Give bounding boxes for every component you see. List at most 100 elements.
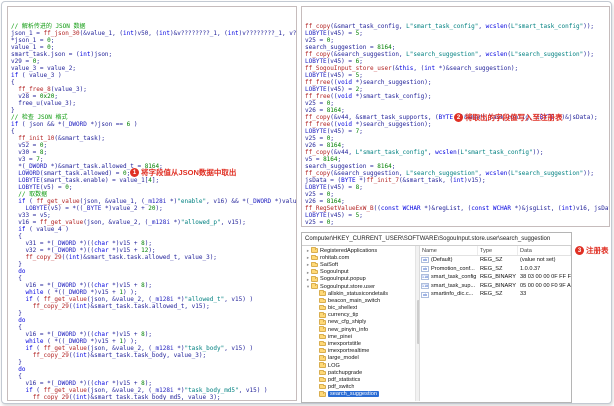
tree-item[interactable]: bic_shellext [303,304,419,312]
registry-tree: ▸ RegisteredApplications ▸ rohitab.com ▸ SaiS… [302,246,420,401]
code-line: LOBYTE(v45) = 7; [305,128,363,135]
folder-icon [319,326,326,332]
folder-icon [319,333,326,340]
annotation-3-text: 注册表 [586,246,609,255]
code-line: } [11,107,15,114]
folder-icon [311,269,318,275]
code-line: v16 = *(_DWORD *)((char *)v15 + 8); [11,331,152,338]
binary-value-icon: 110 [421,274,429,281]
code-line: do [18,317,26,324]
tree-item-label: imexportstitle [328,341,361,348]
code-line: ff_free_8(value_3); [18,86,87,93]
code-line: v25 = 0; [305,135,334,142]
code-line: if ( ff_get_value(json, &value_2, (_m128… [25,387,268,394]
code-line: { [11,79,15,86]
tree-item[interactable]: imexportrealtime [303,348,419,355]
tree-item[interactable]: beacon_main_switch [303,297,419,304]
tree-item-label: LOG [328,362,340,369]
code-line: LOBYTE(v45) = 5; [305,30,363,37]
code-line: ff_copy_29((int)&smart_task.task.allowed… [32,303,210,310]
code-line: LOBYTE(v45) = 5; [305,72,363,79]
tree-item-label: bic_shellext [328,305,358,312]
column-header[interactable]: Type [478,246,518,255]
binary-value-icon: 110 [421,283,429,290]
folder-icon [319,391,326,397]
code-line: ff_free((void *)smart_task_config); [305,93,432,100]
tree-item[interactable]: search_suggestion [303,391,419,398]
code-line: ff_RegSetValueExW_B((const WCHAR *)&regL… [305,205,609,212]
code-line: v28 = 0x20; [11,93,58,100]
value-data: 33 [520,291,527,298]
tree-item[interactable]: patchupgrade [303,369,419,376]
tree-item[interactable]: ime_pinei [303,333,419,340]
tree-item-label: pdf_switch [328,384,355,391]
code-line: // 取数据 [18,191,48,198]
code-line: v32 = *(_DWORD *)((char *)v15 + 12); [11,247,156,254]
value-row[interactable]: 110 smart_task_config REG_BINARY 38 03 00 0… [420,273,571,282]
column-header[interactable]: Name [420,246,478,255]
code-line: { [11,128,15,135]
string-value-icon: ab [421,291,429,298]
folder-icon [319,340,326,347]
tree-item[interactable]: new_cfg_shiply [303,319,419,326]
registry-body: ▸ RegisteredApplications ▸ rohitab.com ▸ SaiS… [302,246,571,401]
tree-scrollbar[interactable] [415,246,419,401]
value-row[interactable]: ab Promotion_conf... REG_SZ 1.0.0.37 [420,265,571,274]
folder-icon [319,348,326,354]
page-frame: // 解析传进的 JSON 数据 json_1 = ff_json_30(&val… [1,1,612,404]
tree-item[interactable]: ▸ SaiSoft [303,261,419,268]
code-line: v25 = 0; [305,219,334,226]
tree-item[interactable]: large_model [303,355,419,362]
annotation-2: 2 将取出的字段值写入至注册表 [454,112,563,123]
value-type: REG_SZ [480,265,503,272]
tree-item-label: new_cfg_shiply [328,319,367,326]
annotation-2-text: 将取出的字段值写入至注册表 [465,113,563,122]
tree-item[interactable]: ▸ rohitab.com [303,254,419,261]
folder-icon [319,319,326,325]
code-line: LOBYTE(v5) = *((_BYTE *)value_2 + 20); [25,205,163,212]
value-type: REG_SZ [480,257,503,263]
tree-item[interactable]: ▸ SogouInput.popup [303,276,419,283]
tree-item[interactable]: pdf_switch [303,384,419,391]
circled-2-badge: 2 [454,113,463,122]
folder-icon [319,312,326,318]
tree-item[interactable]: new_pinyin_info [303,326,419,333]
code-line: v5 = 8164; [305,156,342,163]
scrollbar-thumb[interactable] [416,300,419,344]
value-name: smart_task_config [431,274,477,281]
value-data: (value not set) [520,257,556,263]
tree-item[interactable]: ▾ SogouInput.store.user [303,283,419,290]
tree-item[interactable]: LOG [303,362,419,369]
code-line: ff_SogouInput_store_user(&this, (int *)&… [305,65,519,72]
folder-icon [319,297,326,304]
tree-item[interactable]: imexportstitle [303,340,419,347]
value-row[interactable]: 110 smart_task_sup... REG_BINARY 05 00 00 0… [420,282,571,291]
column-header[interactable]: Data [518,246,571,255]
tree-item-label: RegisteredApplications [320,247,378,254]
code-line: ff_copy_29((int)&smart_task.task_body, v… [32,352,207,359]
code-line: } [11,359,22,366]
tree-item[interactable]: pdf_statistics [303,376,419,383]
registry-address-bar[interactable]: Computer\HKEY_CURRENT_USER\SOFTWARE\Sogo… [302,233,571,246]
folder-icon [311,276,318,282]
tree-item-label: SogouInput.popup [320,276,366,283]
code-line: ff_copy(&smart_task_config, L"smart_task… [305,23,595,30]
tree-item[interactable]: allskin_statusicondetails [303,290,419,297]
code-line: do [18,366,26,373]
tree-item[interactable]: currency_tip [303,312,419,319]
code-line: json_1 = ff_json_30(&value_1, (int)v50, … [11,30,297,37]
values-header: Name Type Data [420,246,571,256]
tree-item-label: large_model [328,355,359,362]
tree-item-label: rohitab.com [320,254,350,261]
value-name: smart_task_sup... [431,282,476,289]
code-line: if ( json && *(_DWORD *)json == 6 ) [11,121,138,128]
code-line: do [18,268,26,275]
value-row[interactable]: ab (Default) REG_SZ (value not set) [420,256,571,265]
tree-item[interactable]: ▸ RegisteredApplications [303,247,419,254]
string-value-icon: ab [421,257,429,264]
value-row[interactable]: ab smartinfo_dic.c... REG_SZ 33 [420,290,571,299]
tree-item[interactable]: ▸ SogouInput [303,269,419,276]
code-line: ff_copy(&v44, L"smart_task_config", wcsl… [305,149,544,156]
folder-icon [319,355,326,361]
code-line: v29 = 0; [11,58,40,65]
